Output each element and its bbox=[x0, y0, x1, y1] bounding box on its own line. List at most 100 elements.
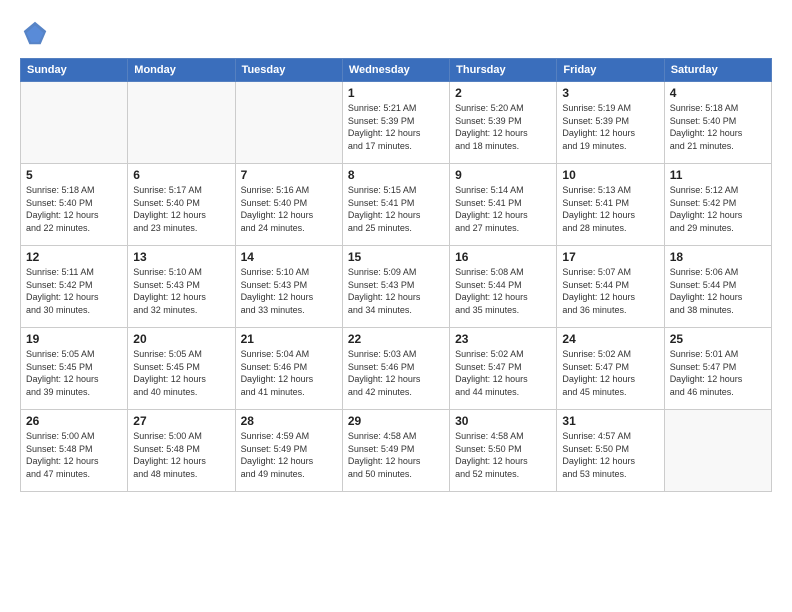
day-number: 12 bbox=[26, 250, 122, 264]
day-cell: 12 Sunrise: 5:11 AM Sunset: 5:42 PM Dayli… bbox=[21, 246, 128, 328]
day-number: 26 bbox=[26, 414, 122, 428]
day-number: 30 bbox=[455, 414, 551, 428]
day-info: Sunrise: 5:20 AM Sunset: 5:39 PM Dayligh… bbox=[455, 102, 551, 152]
calendar-header: SundayMondayTuesdayWednesdayThursdayFrid… bbox=[21, 59, 772, 82]
day-info: Sunrise: 5:03 AM Sunset: 5:46 PM Dayligh… bbox=[348, 348, 444, 398]
day-cell bbox=[664, 410, 771, 492]
day-info: Sunrise: 5:21 AM Sunset: 5:39 PM Dayligh… bbox=[348, 102, 444, 152]
day-info: Sunrise: 5:13 AM Sunset: 5:41 PM Dayligh… bbox=[562, 184, 658, 234]
day-number: 3 bbox=[562, 86, 658, 100]
logo bbox=[20, 18, 54, 48]
calendar: SundayMondayTuesdayWednesdayThursdayFrid… bbox=[20, 58, 772, 492]
day-info: Sunrise: 5:01 AM Sunset: 5:47 PM Dayligh… bbox=[670, 348, 766, 398]
day-cell: 2 Sunrise: 5:20 AM Sunset: 5:39 PM Daylig… bbox=[450, 82, 557, 164]
weekday-header-friday: Friday bbox=[557, 59, 664, 82]
day-cell: 25 Sunrise: 5:01 AM Sunset: 5:47 PM Dayli… bbox=[664, 328, 771, 410]
day-info: Sunrise: 5:15 AM Sunset: 5:41 PM Dayligh… bbox=[348, 184, 444, 234]
day-cell: 6 Sunrise: 5:17 AM Sunset: 5:40 PM Daylig… bbox=[128, 164, 235, 246]
day-number: 25 bbox=[670, 332, 766, 346]
day-cell: 28 Sunrise: 4:59 AM Sunset: 5:49 PM Dayli… bbox=[235, 410, 342, 492]
page: SundayMondayTuesdayWednesdayThursdayFrid… bbox=[0, 0, 792, 612]
day-number: 7 bbox=[241, 168, 337, 182]
day-cell: 8 Sunrise: 5:15 AM Sunset: 5:41 PM Daylig… bbox=[342, 164, 449, 246]
day-info: Sunrise: 5:05 AM Sunset: 5:45 PM Dayligh… bbox=[26, 348, 122, 398]
day-cell: 3 Sunrise: 5:19 AM Sunset: 5:39 PM Daylig… bbox=[557, 82, 664, 164]
day-cell: 9 Sunrise: 5:14 AM Sunset: 5:41 PM Daylig… bbox=[450, 164, 557, 246]
day-info: Sunrise: 5:00 AM Sunset: 5:48 PM Dayligh… bbox=[26, 430, 122, 480]
day-number: 31 bbox=[562, 414, 658, 428]
day-info: Sunrise: 5:04 AM Sunset: 5:46 PM Dayligh… bbox=[241, 348, 337, 398]
day-info: Sunrise: 4:59 AM Sunset: 5:49 PM Dayligh… bbox=[241, 430, 337, 480]
day-cell: 31Sunrise: 4:57 AM Sunset: 5:50 PM Dayli… bbox=[557, 410, 664, 492]
day-info: Sunrise: 5:17 AM Sunset: 5:40 PM Dayligh… bbox=[133, 184, 229, 234]
day-cell bbox=[21, 82, 128, 164]
day-info: Sunrise: 5:12 AM Sunset: 5:42 PM Dayligh… bbox=[670, 184, 766, 234]
day-number: 15 bbox=[348, 250, 444, 264]
day-number: 6 bbox=[133, 168, 229, 182]
day-number: 11 bbox=[670, 168, 766, 182]
day-cell: 22Sunrise: 5:03 AM Sunset: 5:46 PM Dayli… bbox=[342, 328, 449, 410]
day-info: Sunrise: 5:02 AM Sunset: 5:47 PM Dayligh… bbox=[562, 348, 658, 398]
day-cell bbox=[128, 82, 235, 164]
day-cell: 18 Sunrise: 5:06 AM Sunset: 5:44 PM Dayli… bbox=[664, 246, 771, 328]
day-number: 2 bbox=[455, 86, 551, 100]
day-cell bbox=[235, 82, 342, 164]
day-info: Sunrise: 5:14 AM Sunset: 5:41 PM Dayligh… bbox=[455, 184, 551, 234]
day-info: Sunrise: 5:06 AM Sunset: 5:44 PM Dayligh… bbox=[670, 266, 766, 316]
day-info: Sunrise: 5:16 AM Sunset: 5:40 PM Dayligh… bbox=[241, 184, 337, 234]
weekday-header-tuesday: Tuesday bbox=[235, 59, 342, 82]
day-cell: 15 Sunrise: 5:09 AM Sunset: 5:43 PM Dayli… bbox=[342, 246, 449, 328]
day-number: 17 bbox=[562, 250, 658, 264]
day-number: 19 bbox=[26, 332, 122, 346]
day-cell: 30 Sunrise: 4:58 AM Sunset: 5:50 PM Dayli… bbox=[450, 410, 557, 492]
week-row-4: 19 Sunrise: 5:05 AM Sunset: 5:45 PM Dayli… bbox=[21, 328, 772, 410]
day-info: Sunrise: 5:10 AM Sunset: 5:43 PM Dayligh… bbox=[133, 266, 229, 316]
day-info: Sunrise: 5:07 AM Sunset: 5:44 PM Dayligh… bbox=[562, 266, 658, 316]
calendar-body: 1 Sunrise: 5:21 AM Sunset: 5:39 PM Daylig… bbox=[21, 82, 772, 492]
day-info: Sunrise: 5:18 AM Sunset: 5:40 PM Dayligh… bbox=[26, 184, 122, 234]
day-number: 29 bbox=[348, 414, 444, 428]
day-cell: 4 Sunrise: 5:18 AM Sunset: 5:40 PM Daylig… bbox=[664, 82, 771, 164]
day-info: Sunrise: 5:05 AM Sunset: 5:45 PM Dayligh… bbox=[133, 348, 229, 398]
day-number: 21 bbox=[241, 332, 337, 346]
day-number: 4 bbox=[670, 86, 766, 100]
day-number: 14 bbox=[241, 250, 337, 264]
day-info: Sunrise: 5:09 AM Sunset: 5:43 PM Dayligh… bbox=[348, 266, 444, 316]
day-cell: 17 Sunrise: 5:07 AM Sunset: 5:44 PM Dayli… bbox=[557, 246, 664, 328]
weekday-header-wednesday: Wednesday bbox=[342, 59, 449, 82]
day-number: 24 bbox=[562, 332, 658, 346]
day-info: Sunrise: 5:08 AM Sunset: 5:44 PM Dayligh… bbox=[455, 266, 551, 316]
day-number: 23 bbox=[455, 332, 551, 346]
weekday-header-sunday: Sunday bbox=[21, 59, 128, 82]
week-row-5: 26 Sunrise: 5:00 AM Sunset: 5:48 PM Dayli… bbox=[21, 410, 772, 492]
day-cell: 7 Sunrise: 5:16 AM Sunset: 5:40 PM Daylig… bbox=[235, 164, 342, 246]
day-cell: 11 Sunrise: 5:12 AM Sunset: 5:42 PM Dayli… bbox=[664, 164, 771, 246]
day-number: 8 bbox=[348, 168, 444, 182]
weekday-header-monday: Monday bbox=[128, 59, 235, 82]
day-info: Sunrise: 5:11 AM Sunset: 5:42 PM Dayligh… bbox=[26, 266, 122, 316]
day-number: 27 bbox=[133, 414, 229, 428]
weekday-row: SundayMondayTuesdayWednesdayThursdayFrid… bbox=[21, 59, 772, 82]
week-row-1: 1 Sunrise: 5:21 AM Sunset: 5:39 PM Daylig… bbox=[21, 82, 772, 164]
day-info: Sunrise: 5:18 AM Sunset: 5:40 PM Dayligh… bbox=[670, 102, 766, 152]
day-info: Sunrise: 4:58 AM Sunset: 5:50 PM Dayligh… bbox=[455, 430, 551, 480]
day-cell: 27Sunrise: 5:00 AM Sunset: 5:48 PM Dayli… bbox=[128, 410, 235, 492]
day-cell: 5Sunrise: 5:18 AM Sunset: 5:40 PM Daylig… bbox=[21, 164, 128, 246]
day-cell: 14Sunrise: 5:10 AM Sunset: 5:43 PM Dayli… bbox=[235, 246, 342, 328]
day-number: 1 bbox=[348, 86, 444, 100]
day-number: 20 bbox=[133, 332, 229, 346]
day-cell: 29 Sunrise: 4:58 AM Sunset: 5:49 PM Dayli… bbox=[342, 410, 449, 492]
day-cell: 24 Sunrise: 5:02 AM Sunset: 5:47 PM Dayli… bbox=[557, 328, 664, 410]
weekday-header-saturday: Saturday bbox=[664, 59, 771, 82]
day-number: 9 bbox=[455, 168, 551, 182]
week-row-2: 5Sunrise: 5:18 AM Sunset: 5:40 PM Daylig… bbox=[21, 164, 772, 246]
day-cell: 23Sunrise: 5:02 AM Sunset: 5:47 PM Dayli… bbox=[450, 328, 557, 410]
day-number: 28 bbox=[241, 414, 337, 428]
logo-icon bbox=[20, 18, 50, 48]
day-info: Sunrise: 5:19 AM Sunset: 5:39 PM Dayligh… bbox=[562, 102, 658, 152]
day-cell: 20 Sunrise: 5:05 AM Sunset: 5:45 PM Dayli… bbox=[128, 328, 235, 410]
day-number: 16 bbox=[455, 250, 551, 264]
day-cell: 21 Sunrise: 5:04 AM Sunset: 5:46 PM Dayli… bbox=[235, 328, 342, 410]
day-number: 18 bbox=[670, 250, 766, 264]
day-info: Sunrise: 4:58 AM Sunset: 5:49 PM Dayligh… bbox=[348, 430, 444, 480]
